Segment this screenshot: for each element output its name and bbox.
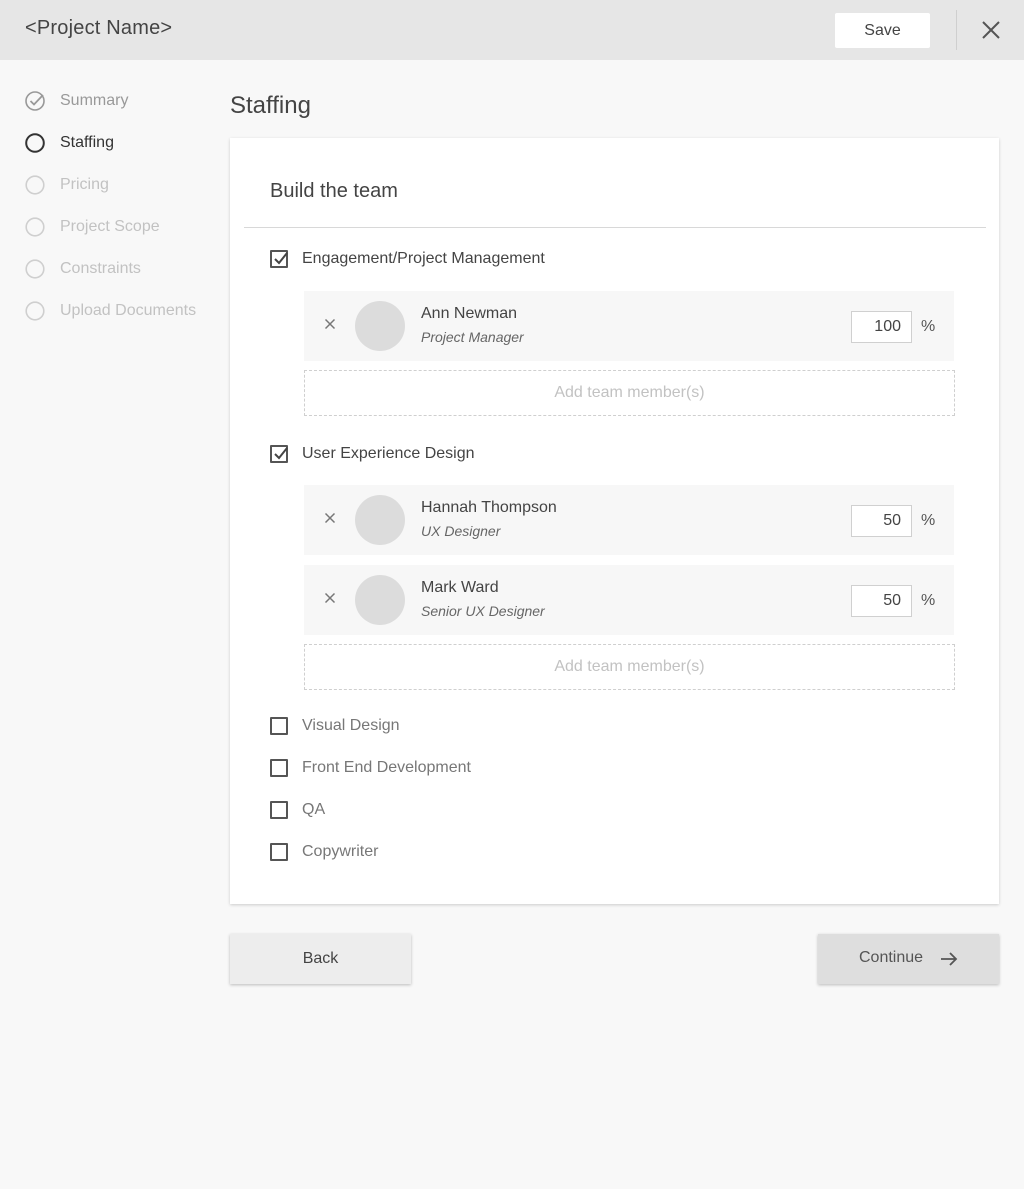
continue-button[interactable]: Continue: [818, 934, 999, 984]
step-summary[interactable]: Summary: [25, 90, 128, 112]
category-checkbox-front-end[interactable]: Front End Development: [270, 757, 471, 779]
card-title: Build the team: [270, 180, 398, 202]
step-label: Upload Documents: [60, 302, 197, 319]
check-circle-icon: [25, 91, 45, 111]
step-label: Project Scope: [60, 218, 160, 235]
arrow-right-icon: [940, 950, 958, 968]
category-label: Visual Design: [302, 717, 400, 734]
team-member-row: Ann Newman Project Manager %: [304, 291, 954, 361]
remove-member-icon[interactable]: [323, 511, 337, 525]
category-checkbox-engagement[interactable]: Engagement/Project Management: [270, 248, 545, 270]
add-team-member-button[interactable]: Add team member(s): [304, 644, 955, 690]
checkbox-checked-icon: [270, 250, 288, 268]
team-member-row: Mark Ward Senior UX Designer %: [304, 565, 954, 635]
allocation-input[interactable]: [851, 585, 912, 617]
category-checkbox-qa[interactable]: QA: [270, 799, 325, 821]
circle-icon: [25, 175, 45, 195]
page-title: Staffing: [230, 92, 311, 119]
divider: [244, 227, 986, 228]
allocation-input[interactable]: [851, 505, 912, 537]
step-label: Pricing: [60, 176, 109, 193]
add-team-member-button[interactable]: Add team member(s): [304, 370, 955, 416]
category-label: User Experience Design: [302, 445, 475, 462]
team-builder-card: Build the team Engagement/Project Manage…: [230, 138, 999, 904]
checkbox-unchecked-icon: [270, 843, 288, 861]
back-button[interactable]: Back: [230, 934, 411, 984]
circle-icon: [25, 259, 45, 279]
percent-label: %: [921, 512, 936, 529]
step-staffing[interactable]: Staffing: [25, 132, 114, 154]
circle-icon: [25, 217, 45, 237]
team-member-row: Hannah Thompson UX Designer %: [304, 485, 954, 555]
header-divider: [956, 10, 957, 50]
save-button[interactable]: Save: [835, 13, 930, 48]
category-label: Engagement/Project Management: [302, 250, 545, 267]
remove-member-icon[interactable]: [323, 317, 337, 331]
percent-label: %: [921, 592, 936, 609]
continue-label: Continue: [859, 949, 924, 966]
member-role: Project Manager: [421, 329, 524, 345]
close-icon[interactable]: [980, 19, 1002, 41]
step-constraints[interactable]: Constraints: [25, 258, 141, 280]
checkbox-unchecked-icon: [270, 717, 288, 735]
percent-label: %: [921, 318, 936, 335]
member-name: Mark Ward: [421, 579, 499, 596]
step-label: Staffing: [60, 134, 114, 151]
category-label: Front End Development: [302, 759, 471, 776]
circle-icon: [25, 133, 45, 153]
step-project-scope[interactable]: Project Scope: [25, 216, 160, 238]
category-checkbox-visual-design[interactable]: Visual Design: [270, 715, 400, 737]
checkbox-checked-icon: [270, 445, 288, 463]
category-label: QA: [302, 801, 326, 818]
checkbox-unchecked-icon: [270, 801, 288, 819]
avatar: [355, 301, 405, 351]
avatar: [355, 495, 405, 545]
category-checkbox-copywriter[interactable]: Copywriter: [270, 841, 378, 863]
member-role: Senior UX Designer: [421, 603, 545, 619]
member-name: Ann Newman: [421, 305, 518, 322]
step-pricing[interactable]: Pricing: [25, 174, 109, 196]
circle-icon: [25, 301, 45, 321]
allocation-input[interactable]: [851, 311, 912, 343]
step-label: Summary: [60, 92, 129, 109]
category-label: Copywriter: [302, 843, 379, 860]
avatar: [355, 575, 405, 625]
project-name-title: <Project Name>: [25, 17, 173, 39]
checkbox-unchecked-icon: [270, 759, 288, 777]
member-role: UX Designer: [421, 523, 501, 539]
top-bar: <Project Name> Save: [0, 0, 1024, 60]
remove-member-icon[interactable]: [323, 591, 337, 605]
member-name: Hannah Thompson: [421, 499, 557, 516]
category-checkbox-ux-design[interactable]: User Experience Design: [270, 443, 475, 465]
step-upload-documents[interactable]: Upload Documents: [25, 300, 196, 322]
step-label: Constraints: [60, 260, 141, 277]
